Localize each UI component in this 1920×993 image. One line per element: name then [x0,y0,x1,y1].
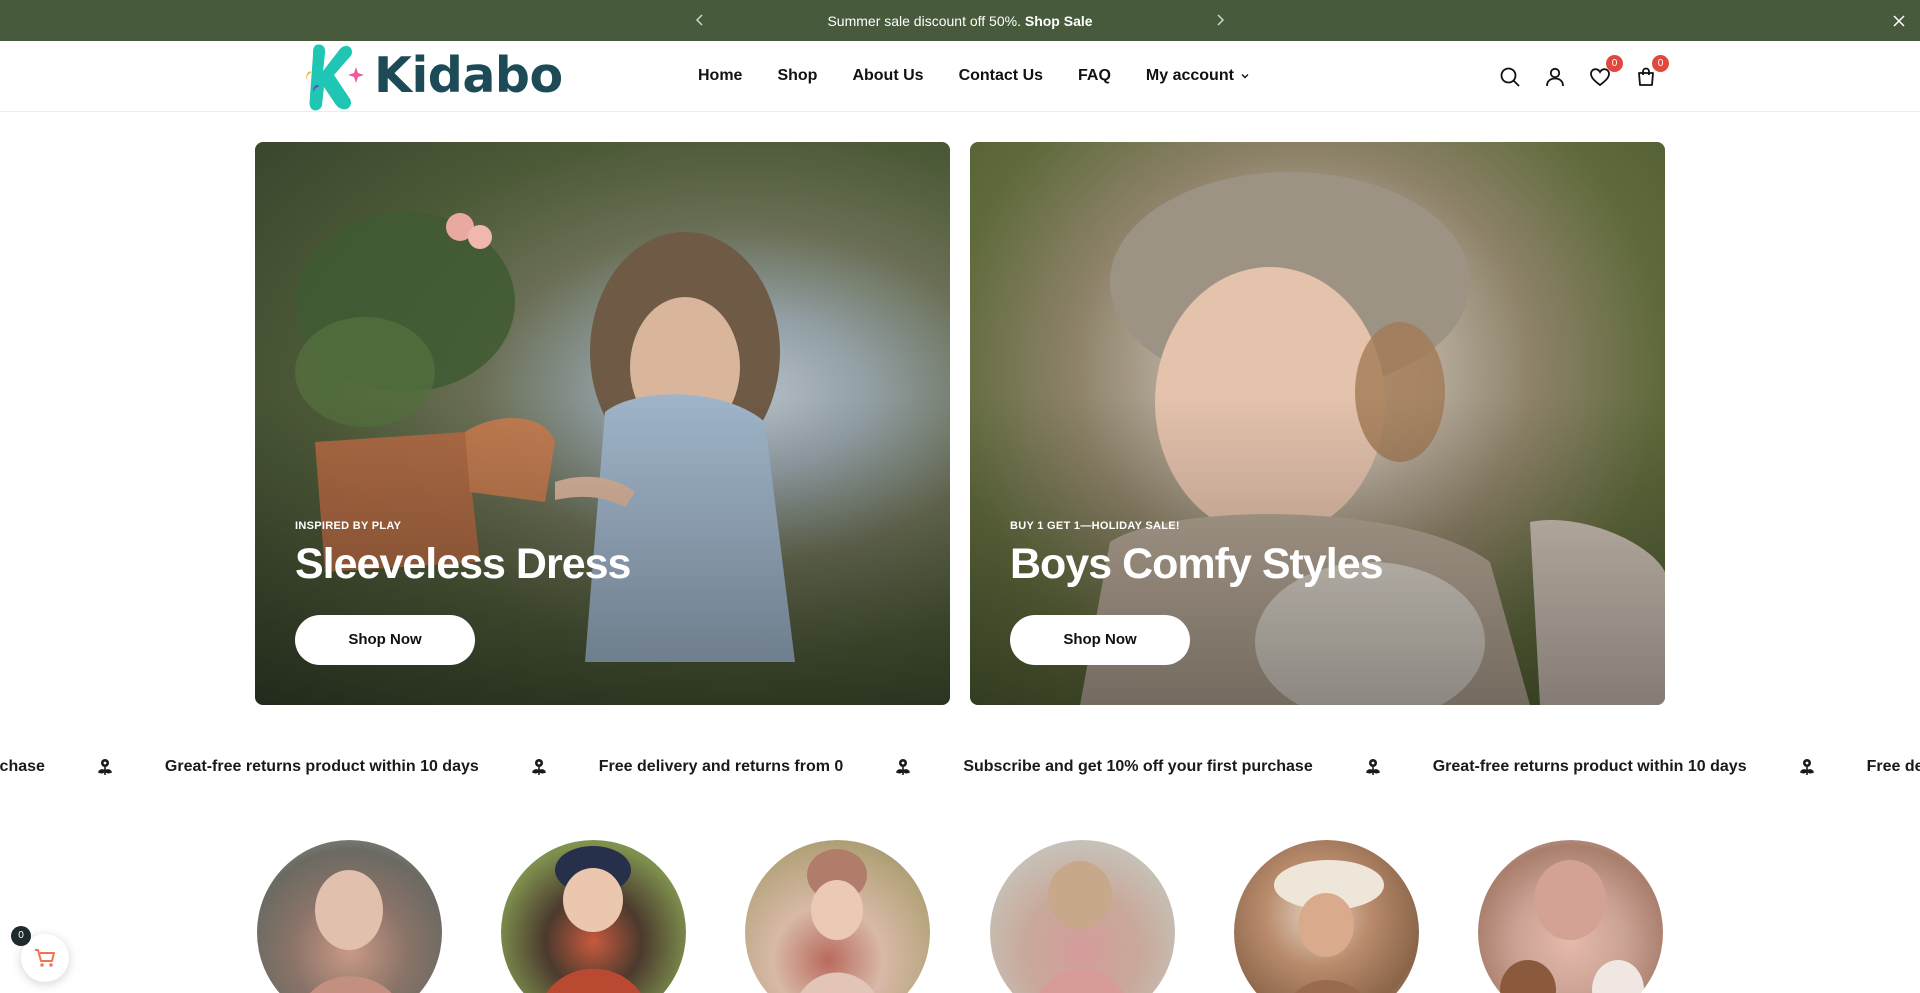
banner-eyebrow: BUY 1 GET 1—HOLIDAY SALE! [1010,520,1180,532]
nav-label: My account [1145,67,1234,84]
announcement-message: Summer sale discount off 50%. Shop Sale [0,13,1920,29]
marquee-item: t purchase [0,758,45,775]
kid-with-teddy-bears-image [1500,860,1644,993]
marquee-item: Great-free returns product within 10 day… [1432,758,1747,775]
marquee-item: Free delivery and returns from 0 [598,758,844,775]
nav-label: About Us [852,67,924,84]
category-circle[interactable] [501,840,686,993]
main-nav: Home Shop About Us Contact Us FAQ My acc… [698,67,1285,85]
wishlist-button[interactable]: 0 [1588,55,1623,89]
cart-button[interactable]: 0 [1634,55,1669,89]
toddler-in-turban-image [800,849,875,993]
shop-now-button[interactable]: Shop Now [295,615,475,665]
floating-cart-count-badge: 0 [11,926,31,946]
announcement-text: Summer sale discount off 50%. [827,13,1021,29]
shop-sale-link[interactable]: Shop Sale [1025,13,1093,29]
nav-label: Shop [777,67,818,84]
close-icon[interactable] [1890,12,1908,30]
marquee-item: Great-free returns product within 10 day… [164,758,479,775]
announcement-bar: Summer sale discount off 50%. Shop Sale [0,0,1920,41]
brand-wordmark: Kidabo [374,47,563,104]
flower-icon [1365,759,1380,775]
category-circle[interactable] [257,840,442,993]
category-circle[interactable] [1234,840,1419,993]
user-icon[interactable] [1543,65,1567,89]
hero-banner-boys-comfy-styles[interactable]: BUY 1 GET 1—HOLIDAY SALE! Boys Comfy Sty… [970,142,1665,705]
flower-icon [531,759,546,775]
nav-item-home[interactable]: Home [698,67,742,85]
category-circle[interactable] [1478,840,1663,993]
nav-item-about-us[interactable]: About Us [852,67,923,85]
shopping-cart-icon [35,949,55,967]
category-circle[interactable] [745,840,930,993]
boy-in-beanie-image [546,846,641,993]
hero-banner-sleeveless-dress[interactable]: INSPIRED BY PLAY Sleeveless Dress Shop N… [255,142,950,705]
girl-in-sun-hat-image [1274,860,1384,993]
marquee-item: Subscribe and get 10% off your first pur… [963,758,1313,775]
flower-icon [1799,759,1814,775]
brand-logo[interactable]: Kidabo [304,41,566,115]
shop-now-button[interactable]: Shop Now [1010,615,1190,665]
marquee-item: Free delivery and re [1866,758,1920,775]
flower-icon [896,759,911,775]
banner-title: Sleeveless Dress [295,540,631,588]
chevron-right-icon[interactable] [1211,11,1229,29]
site-header: Kidabo Home Shop About Us Contact Us FAQ… [0,41,1920,112]
nav-label: FAQ [1078,67,1111,84]
nav-item-contact-us[interactable]: Contact Us [959,67,1043,85]
floating-cart-button[interactable]: 0 [11,926,69,982]
nav-item-shop[interactable]: Shop [777,67,817,85]
marquee-track: t purchase Great-free returns product wi… [0,758,1920,776]
kid-in-pink-jacket-image [310,870,392,993]
promo-marquee: t purchase Great-free returns product wi… [0,746,1920,790]
search-icon[interactable] [1498,65,1522,89]
nav-item-faq[interactable]: FAQ [1078,67,1111,85]
banner-eyebrow: INSPIRED BY PLAY [295,520,402,532]
nav-label: Home [698,67,743,84]
nav-label: Contact Us [958,67,1044,84]
girl-in-pink-coat-image [1039,861,1124,993]
cart-count-badge: 0 [1652,55,1669,72]
logo-mark-icon [306,44,364,111]
wishlist-count-badge: 0 [1606,55,1623,72]
flower-icon [97,759,112,775]
category-circle[interactable] [990,840,1175,993]
chevron-down-icon [1241,74,1249,79]
nav-item-my-account[interactable]: My account [1146,67,1250,85]
banner-title: Boys Comfy Styles [1010,540,1384,588]
